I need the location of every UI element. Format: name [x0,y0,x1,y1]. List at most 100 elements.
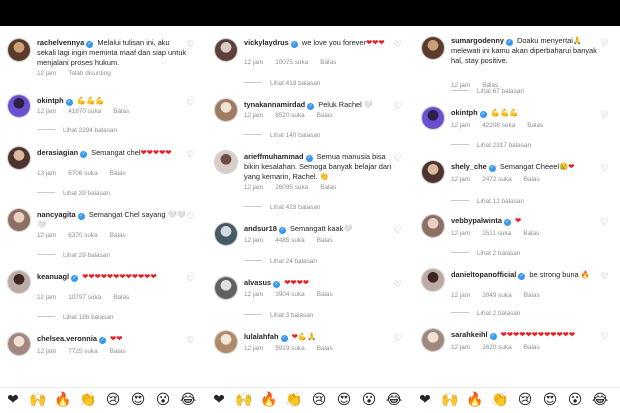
reaction-emoji-button[interactable]: 😍 [129,391,147,409]
view-replies-link[interactable]: Lihat 2 balasan [451,310,520,317]
avatar[interactable] [421,214,445,238]
avatar[interactable] [7,208,31,232]
reaction-emoji-button[interactable]: 😍 [335,391,353,409]
comment-username[interactable]: rachelvennya [37,38,84,47]
comment-username[interactable]: keanuagl [37,272,69,281]
like-heart-icon[interactable]: ♡ [186,98,195,107]
like-count[interactable]: 10797 suka [68,294,101,301]
avatar[interactable] [214,222,238,246]
avatar[interactable] [421,268,445,292]
reply-button[interactable]: Balas [317,112,333,119]
comment-username[interactable]: arieffmuhammad [244,152,304,161]
like-heart-icon[interactable]: ♡ [186,336,195,345]
reply-button[interactable]: Balas [320,184,336,191]
comment-username[interactable]: vebbypalwinta [451,216,502,225]
reaction-emoji-button[interactable]: 👏 [491,391,509,409]
like-count[interactable]: 4485 suka [275,237,305,244]
like-heart-icon[interactable]: ♡ [186,274,195,283]
comment-username[interactable]: chelsea.veronnia [37,334,97,343]
reply-button[interactable]: Balas [524,292,540,299]
like-heart-icon[interactable]: ♡ [600,332,609,341]
reaction-emoji-button[interactable]: 🔥 [260,391,278,409]
reaction-emoji-button[interactable]: 🙌 [441,391,459,409]
reaction-emoji-button[interactable]: 😮 [566,391,584,409]
view-replies-link[interactable]: Lihat 67 balasan [451,88,524,95]
reaction-emoji-button[interactable]: 🙌 [235,391,253,409]
comment-username[interactable]: tynakannamirdad [244,100,305,109]
reaction-emoji-button[interactable]: 😮 [154,391,172,409]
reaction-emoji-button[interactable]: 😢 [310,391,328,409]
like-heart-icon[interactable]: ♡ [393,102,402,111]
like-count[interactable]: 6706 suka [68,170,98,177]
like-count[interactable]: 5919 suka [275,345,305,352]
reply-button[interactable]: Balas [524,344,540,351]
like-heart-icon[interactable]: ♡ [393,154,402,163]
view-replies-link[interactable]: Lihat 2294 balasan [37,127,117,134]
like-count[interactable]: 2511 suka [482,230,511,237]
reaction-emoji-button[interactable]: 👏 [285,391,303,409]
avatar[interactable] [7,38,31,62]
avatar[interactable] [421,36,445,60]
avatar[interactable] [421,106,445,130]
like-heart-icon[interactable]: ♡ [186,212,195,221]
like-heart-icon[interactable]: ♡ [600,38,609,47]
avatar[interactable] [7,146,31,170]
avatar[interactable] [214,330,238,354]
like-count[interactable]: 2472 suka [482,176,512,183]
like-heart-icon[interactable]: ♡ [600,272,609,281]
reply-button[interactable]: Balas [113,294,129,301]
like-heart-icon[interactable]: ♡ [186,150,195,159]
like-count[interactable]: 2049 suka [482,292,512,299]
reply-button[interactable]: Balas [523,230,539,237]
avatar[interactable] [7,332,31,356]
view-replies-link[interactable]: Lihat 140 balasan [244,132,320,139]
like-count[interactable]: 6520 suka [275,112,305,119]
view-replies-link[interactable]: Lihat 186 balasan [37,314,113,321]
reply-button[interactable]: Balas [524,176,540,183]
comment-username[interactable]: okintph [37,96,64,105]
like-heart-icon[interactable]: ♡ [393,280,402,289]
like-heart-icon[interactable]: ♡ [600,164,609,173]
comment-username[interactable]: nancyagita [37,210,76,219]
like-heart-icon[interactable]: ♡ [600,218,609,227]
avatar[interactable] [214,38,238,62]
reply-button[interactable]: Balas [110,348,126,355]
like-count[interactable]: 6370 suka [68,232,98,239]
reply-button[interactable]: Balas [320,59,336,66]
view-replies-link[interactable]: Lihat 423 balasan [244,204,320,211]
comment-username[interactable]: danieltopanofficial [451,270,516,279]
comment-username[interactable]: sarahkeihl [451,330,488,339]
comment-username[interactable]: sumargodenny [451,36,504,45]
like-count[interactable]: 42208 suka [482,122,515,129]
view-replies-link[interactable]: Lihat 39 balasan [37,190,110,197]
view-replies-link[interactable]: Lihat 419 balasan [244,80,320,87]
reaction-emoji-button[interactable]: 😂 [385,391,403,409]
reaction-emoji-button[interactable]: ❤ [210,391,228,409]
comment-username[interactable]: vickylaydrus [244,38,289,47]
comment-username[interactable]: andsur18 [244,224,277,233]
reply-button[interactable]: Balas [113,108,129,115]
reaction-emoji-button[interactable]: ❤ [416,391,434,409]
reaction-emoji-button[interactable]: 👏 [79,391,97,409]
like-count[interactable]: 41870 suka [68,108,101,115]
view-replies-link[interactable]: Lihat 2317 balasan [451,142,531,149]
avatar[interactable] [214,276,238,300]
reply-button[interactable]: Balas [317,291,333,298]
like-heart-icon[interactable]: ♡ [393,226,402,235]
comment-username[interactable]: alvasus [244,278,271,287]
reaction-emoji-button[interactable]: 🙌 [29,391,47,409]
reaction-emoji-button[interactable]: 😂 [591,391,609,409]
comment-username[interactable]: lulalahfah [244,332,279,341]
view-replies-link[interactable]: Lihat 24 balasan [244,258,317,265]
like-heart-icon[interactable]: ♡ [186,40,195,49]
reply-button[interactable]: Balas [317,237,333,244]
reaction-emoji-button[interactable]: 😢 [516,391,534,409]
like-heart-icon[interactable]: ♡ [600,110,609,119]
avatar[interactable] [214,150,238,174]
like-count[interactable]: 3904 suka [275,291,305,298]
reaction-emoji-button[interactable]: 😮 [360,391,378,409]
avatar[interactable] [421,328,445,352]
view-replies-link[interactable]: Lihat 12 balasan [451,198,524,205]
reply-button[interactable]: Balas [527,122,543,129]
avatar[interactable] [214,98,238,122]
